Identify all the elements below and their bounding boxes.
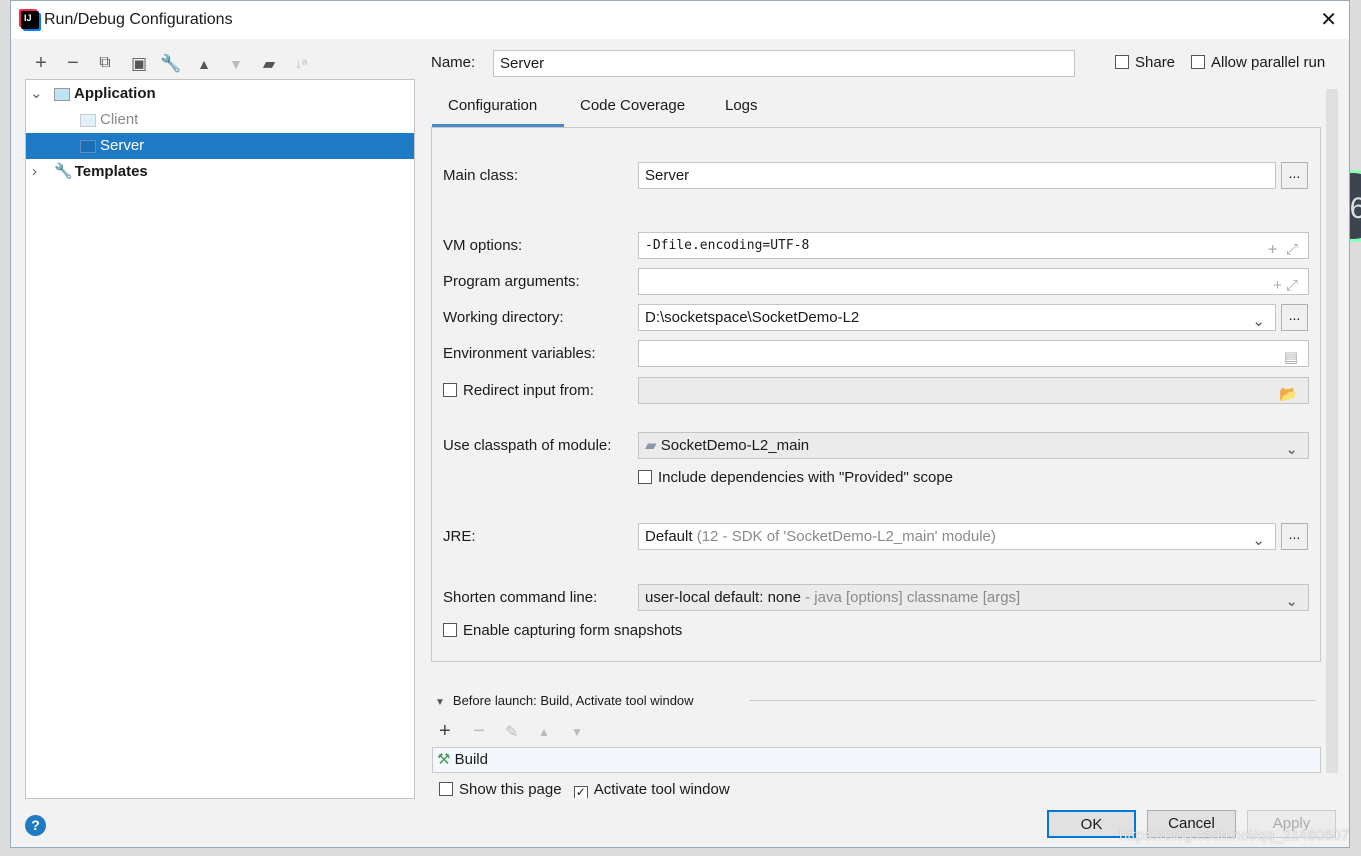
add-icon[interactable]: + [439,720,451,743]
chevron-down-icon: ⌄ [1285,441,1298,458]
chevron-down-icon: ⌄ [1252,532,1265,549]
main-class-input[interactable]: Server [638,162,1276,189]
program-arguments-input[interactable]: + ⤢ [638,268,1309,295]
module-folder-icon: ▰ [645,437,657,454]
before-launch-options: Show this page ✓ Activate tool window [439,781,839,798]
jre-select[interactable]: Default (12 - SDK of 'SocketDemo-L2_main… [638,523,1276,550]
name-label: Name: [431,54,476,71]
chevron-down-icon: ⌄ [1285,593,1298,610]
sort-icon[interactable]: ↓ᵃ [289,55,313,71]
tree-item-application[interactable]: ⌄ Application [26,81,414,107]
edit-icon[interactable]: ✎ [505,722,518,742]
add-icon[interactable]: + [29,52,53,75]
shorten-command-line-select[interactable]: user-local default: none - java [options… [638,584,1309,611]
share-checkbox[interactable]: Share [1115,54,1175,71]
document-icon[interactable]: ▤ [1284,345,1298,370]
tab-code-coverage[interactable]: Code Coverage [580,97,685,114]
move-down-icon[interactable]: ▼ [224,56,248,72]
working-directory-input[interactable]: D:\socketspace\SocketDemo-L2 ⌄ [638,304,1276,331]
expand-icon[interactable]: + ⤢ [1268,237,1298,262]
move-down-icon[interactable]: ▼ [571,725,583,739]
configurations-tree: ⌄ Application Client Server › 🔧 Templates [25,79,415,799]
redirect-input-field[interactable]: 📂 [638,377,1309,404]
tree-item-client[interactable]: Client [26,107,414,133]
vm-options-input[interactable]: -Dfile.encoding=UTF-8 + ⤢ [638,232,1309,259]
remove-icon[interactable]: − [473,720,485,743]
tree-item-server[interactable]: Server [26,133,414,159]
application-icon [80,139,96,153]
remove-icon[interactable]: − [61,52,85,75]
enable-snapshots-checkbox[interactable]: Enable capturing form snapshots [443,622,682,639]
working-directory-browse-button[interactable]: ... [1281,304,1308,331]
help-button[interactable]: ? [25,815,46,836]
shorten-command-line-label: Shorten command line: [443,589,598,606]
main-class-browse-button[interactable]: ... [1281,162,1308,189]
redirect-input-checkbox[interactable]: Redirect input from: [443,382,594,399]
show-page-checkbox[interactable]: Show this page [439,781,562,798]
jre-browse-button[interactable]: ... [1281,523,1308,550]
folder-icon[interactable]: 📂 [1279,382,1298,407]
environment-variables-label: Environment variables: [443,345,596,362]
before-launch-list: ⚒ Build [432,747,1321,773]
classpath-module-select[interactable]: ▰ SocketDemo-L2_main ⌄ [638,432,1309,459]
activate-tool-window-checkbox[interactable]: ✓ Activate tool window [573,781,730,798]
watermark: https://blog.csdn.net/qq_21480607 [1119,827,1350,844]
run-debug-dialog: IJ Run/Debug Configurations ✕ + − ⧉ ▣ 🔧 … [10,0,1350,848]
main-class-label: Main class: [443,167,519,184]
scrollbar[interactable] [1326,89,1338,773]
tree-item-templates[interactable]: › 🔧 Templates [26,159,414,185]
move-up-icon[interactable]: ▲ [538,725,550,739]
include-dependencies-checkbox[interactable]: Include dependencies with "Provided" sco… [638,469,953,486]
tab-logs[interactable]: Logs [725,97,758,114]
list-item[interactable]: ⚒ Build [437,748,1320,772]
hammer-icon: ⚒ [437,751,451,768]
program-arguments-label: Program arguments: [443,273,580,290]
name-input[interactable]: Server [493,50,1075,77]
jre-label: JRE: [443,528,476,545]
wrench-icon: 🔧 [54,163,73,180]
before-launch-header[interactable]: ▼ Before launch: Build, Activate tool win… [435,693,694,708]
move-up-icon[interactable]: ▲ [192,56,216,72]
window-title: Run/Debug Configurations [44,11,233,28]
application-icon [54,87,70,101]
tab-configuration[interactable]: Configuration [448,97,537,114]
expand-icon[interactable]: + ⤢ [1273,273,1298,298]
chevron-down-icon[interactable]: ⌄ [1252,309,1265,334]
working-directory-label: Working directory: [443,309,564,326]
divider [749,700,1316,701]
collapse-triangle-icon: ▼ [435,697,445,708]
vm-options-label: VM options: [443,237,523,254]
wrench-icon[interactable]: 🔧 [159,54,183,74]
allow-parallel-checkbox[interactable]: Allow parallel run [1191,54,1325,71]
close-icon[interactable]: ✕ [1320,7,1337,32]
environment-variables-input[interactable]: ▤ [638,340,1309,367]
intellij-logo-icon: IJ [21,11,39,29]
save-icon[interactable]: ▣ [127,54,151,74]
title-bar: IJ Run/Debug Configurations ✕ [11,1,1349,39]
copy-icon[interactable]: ⧉ [93,54,117,72]
new-folder-icon[interactable]: ▰ [257,54,281,74]
chevron-down-icon[interactable]: ⌄ [26,81,54,107]
chevron-right-icon[interactable]: › [26,159,54,185]
classpath-module-label: Use classpath of module: [443,437,612,454]
application-icon [80,113,96,127]
